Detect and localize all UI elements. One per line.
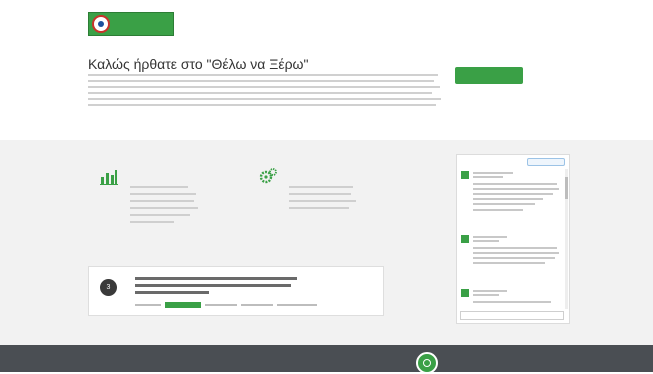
tweet-avatar: [461, 171, 469, 179]
footer-logo-icon: [416, 352, 438, 374]
question-meta: [135, 301, 319, 309]
logo-emblem-icon: [92, 15, 110, 33]
footer: [0, 345, 653, 372]
question-title[interactable]: [135, 277, 297, 280]
top-navbar: [0, 0, 653, 44]
question-card[interactable]: 3: [88, 266, 384, 316]
twitter-widget: [456, 154, 570, 324]
feature-1-description: [130, 186, 198, 228]
cta-button[interactable]: [455, 67, 523, 84]
feature-2-description: [289, 186, 356, 214]
bar-chart-icon: [100, 170, 118, 185]
gears-icon: [259, 168, 277, 184]
twitter-follow-button[interactable]: [527, 158, 565, 166]
twitter-scrollbar-thumb[interactable]: [565, 177, 568, 199]
tweet-compose-input[interactable]: [460, 311, 564, 320]
question-rank: 3: [100, 279, 117, 296]
twitter-scrollbar[interactable]: [565, 169, 568, 309]
cta-button-label: [455, 67, 523, 84]
tweet-avatar: [461, 235, 469, 243]
intro-paragraph: [88, 74, 444, 110]
page-title: Καλώς ήρθατε στο "Θέλω να Ξέρω": [88, 56, 309, 72]
tweet-avatar: [461, 289, 469, 297]
site-logo[interactable]: [88, 12, 174, 36]
question-category-badge[interactable]: [165, 302, 201, 308]
